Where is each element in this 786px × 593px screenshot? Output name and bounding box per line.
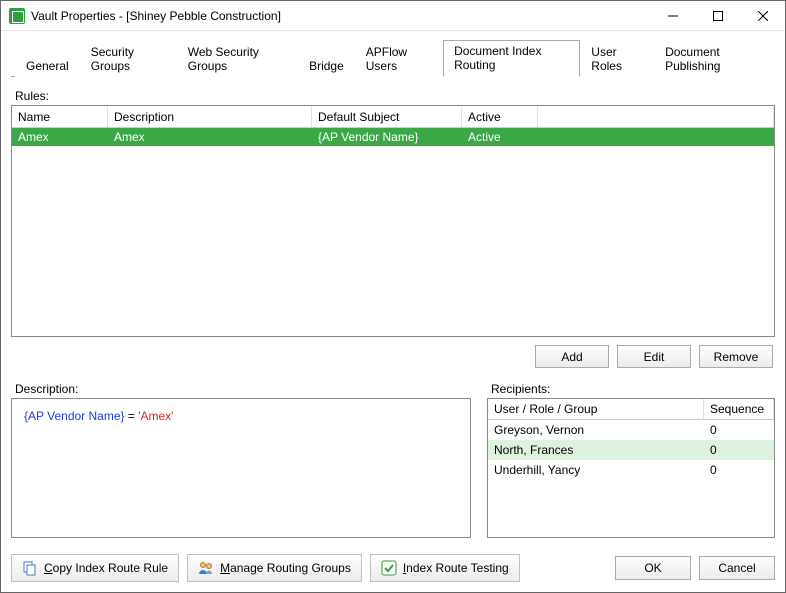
window-title: Vault Properties - [Shiney Pebble Constr… <box>31 9 650 23</box>
recipient-user: Greyson, Vernon <box>488 422 704 438</box>
lower-panes: Description: {AP Vendor Name} = 'Amex' R… <box>11 382 775 538</box>
description-text: {AP Vendor Name} = 'Amex' <box>24 409 173 423</box>
rules-header-description[interactable]: Description <box>108 106 312 127</box>
maximize-button[interactable] <box>695 1 740 30</box>
rules-grid-header: Name Description Default Subject Active <box>12 106 774 128</box>
recipient-row[interactable]: Greyson, Vernon 0 <box>488 420 774 440</box>
rules-header-spacer <box>538 106 774 127</box>
vault-icon <box>9 8 25 24</box>
index-route-testing-button[interactable]: Index Route Testing <box>370 554 520 582</box>
description-label: Description: <box>15 382 471 396</box>
tab-security-groups[interactable]: Security Groups <box>80 41 177 77</box>
copy-icon <box>22 560 38 576</box>
manage-routing-groups-button[interactable]: Manage Routing Groups <box>187 554 362 582</box>
recipients-header-user[interactable]: User / Role / Group <box>488 399 704 419</box>
recipients-label: Recipients: <box>491 382 775 396</box>
tabstrip: General Security Groups Web Security Gro… <box>11 39 775 77</box>
recipient-sequence: 0 <box>704 442 774 458</box>
rules-row[interactable]: Amex Amex {AP Vendor Name} Active <box>12 128 774 146</box>
recipients-header-sequence[interactable]: Sequence <box>704 399 774 419</box>
recipient-row[interactable]: North, Frances 0 <box>488 440 774 460</box>
client-area: General Security Groups Web Security Gro… <box>1 31 785 592</box>
rules-grid-body: Amex Amex {AP Vendor Name} Active <box>12 128 774 336</box>
add-button[interactable]: Add <box>535 345 609 368</box>
rules-header-name[interactable]: Name <box>12 106 108 127</box>
rules-cell-description: Amex <box>108 128 312 146</box>
manage-routing-groups-label: Manage Routing Groups <box>220 561 351 575</box>
index-route-testing-label: Index Route Testing <box>403 561 509 575</box>
description-box[interactable]: {AP Vendor Name} = 'Amex' <box>11 398 471 538</box>
rules-grid[interactable]: Name Description Default Subject Active … <box>11 105 775 337</box>
recipient-user: North, Frances <box>488 442 704 458</box>
window-controls <box>650 1 785 30</box>
tab-web-security-groups[interactable]: Web Security Groups <box>177 41 298 77</box>
recipients-grid[interactable]: User / Role / Group Sequence Greyson, Ve… <box>487 398 775 538</box>
check-icon <box>381 560 397 576</box>
minimize-button[interactable] <box>650 1 695 30</box>
description-value: 'Amex' <box>138 409 173 423</box>
copy-index-route-rule-label: Copy Index Route Rule <box>44 561 168 575</box>
tab-document-publishing[interactable]: Document Publishing <box>654 41 775 77</box>
ok-button[interactable]: OK <box>615 556 691 580</box>
titlebar: Vault Properties - [Shiney Pebble Constr… <box>1 1 785 31</box>
remove-button[interactable]: Remove <box>699 345 773 368</box>
close-button[interactable] <box>740 1 785 30</box>
description-field: {AP Vendor Name} <box>24 409 125 423</box>
rules-cell-name: Amex <box>12 128 108 146</box>
rules-cell-spacer <box>538 128 774 146</box>
users-icon <box>198 560 214 576</box>
recipients-grid-body: Greyson, Vernon 0 North, Frances 0 Under… <box>488 420 774 537</box>
rules-label: Rules: <box>15 89 775 103</box>
recipient-row[interactable]: Underhill, Yancy 0 <box>488 460 774 480</box>
recipients-grid-header: User / Role / Group Sequence <box>488 399 774 420</box>
recipient-sequence: 0 <box>704 462 774 478</box>
tab-apflow-users[interactable]: APFlow Users <box>355 41 443 77</box>
description-pane: Description: {AP Vendor Name} = 'Amex' <box>11 382 471 538</box>
rules-buttons: Add Edit Remove <box>11 345 773 368</box>
footer: Copy Index Route Rule Manage Routing Gro… <box>11 538 775 582</box>
rules-header-active[interactable]: Active <box>462 106 538 127</box>
rules-cell-default-subject: {AP Vendor Name} <box>312 128 462 146</box>
cancel-button[interactable]: Cancel <box>699 556 775 580</box>
copy-index-route-rule-button[interactable]: Copy Index Route Rule <box>11 554 179 582</box>
recipients-pane: Recipients: User / Role / Group Sequence… <box>487 382 775 538</box>
tab-document-index-routing[interactable]: Document Index Routing <box>443 40 580 77</box>
tab-user-roles[interactable]: User Roles <box>580 41 654 77</box>
description-operator: = <box>125 409 139 423</box>
tab-general[interactable]: General <box>15 55 80 77</box>
recipient-sequence: 0 <box>704 422 774 438</box>
recipient-user: Underhill, Yancy <box>488 462 704 478</box>
rules-header-default-subject[interactable]: Default Subject <box>312 106 462 127</box>
tab-bridge[interactable]: Bridge <box>298 55 355 77</box>
edit-button[interactable]: Edit <box>617 345 691 368</box>
rules-cell-active: Active <box>462 128 538 146</box>
vault-properties-window: Vault Properties - [Shiney Pebble Constr… <box>0 0 786 593</box>
